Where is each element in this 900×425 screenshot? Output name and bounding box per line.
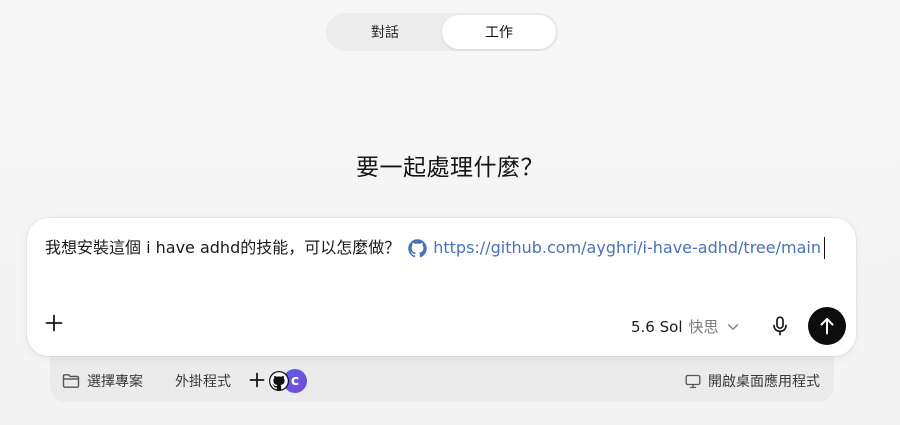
plugins-button[interactable]: 外掛程式	[175, 371, 231, 391]
arrow-up-icon	[820, 318, 834, 335]
github-icon	[408, 238, 428, 258]
text-caret	[823, 237, 826, 259]
message-input[interactable]: 我想安裝這個 i have adhd的技能，可以怎麼做？ https://git…	[45, 237, 826, 259]
open-desktop-app-button[interactable]: 開啟桌面應用程式	[685, 371, 820, 391]
send-button[interactable]	[808, 307, 846, 345]
folder-icon	[62, 373, 80, 389]
model-selector[interactable]: 5.6 Sol 快思	[631, 316, 739, 337]
model-name: 5.6 Sol	[631, 317, 683, 336]
github-icon	[270, 372, 288, 390]
microphone-icon	[773, 316, 787, 336]
add-attachment-button[interactable]	[43, 312, 65, 334]
plus-icon	[45, 314, 63, 332]
open-desktop-app-label: 開啟桌面應用程式	[708, 374, 820, 390]
repo-link[interactable]: https://github.com/ayghri/i-have-adhd/tr…	[433, 237, 821, 259]
toolbar-row: 選擇專案 外掛程式 c 開啟桌面應用程式	[50, 364, 834, 398]
tab-work[interactable]: 工作	[442, 15, 556, 49]
model-mode: 快思	[688, 318, 719, 336]
page-title: 要一起處理什麼？	[356, 155, 544, 181]
microphone-button[interactable]	[769, 315, 791, 337]
tab-chat[interactable]: 對話	[328, 15, 442, 49]
select-project-button[interactable]: 選擇專案	[62, 371, 143, 391]
chevron-down-icon	[727, 323, 739, 331]
plus-icon	[249, 372, 265, 388]
message-text: 我想安裝這個 i have adhd的技能，可以怎麼做？	[45, 238, 401, 257]
plugins-label: 外掛程式	[175, 374, 231, 390]
github-plugin-badge[interactable]	[269, 371, 289, 391]
add-plugin-button[interactable]	[249, 371, 265, 391]
select-project-label: 選擇專案	[87, 374, 143, 390]
monitor-icon	[685, 374, 701, 389]
mode-toggle: 對話 工作	[326, 13, 558, 51]
composer: 我想安裝這個 i have adhd的技能，可以怎麼做？ https://git…	[27, 218, 856, 356]
